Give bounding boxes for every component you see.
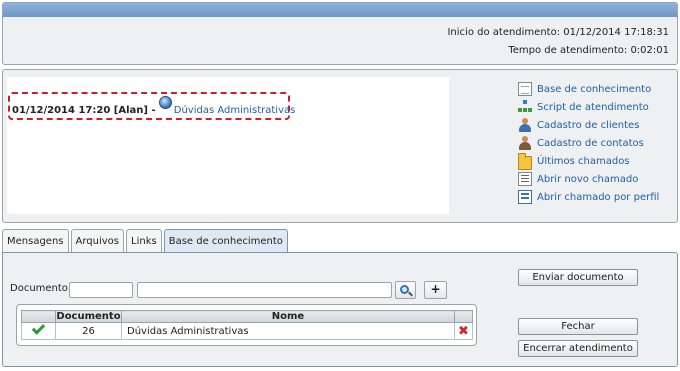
table-row: 26 Dúvidas Administrativas ✖ bbox=[21, 321, 473, 340]
check-icon[interactable] bbox=[31, 321, 46, 335]
tab-messages[interactable]: Mensagens bbox=[2, 229, 69, 253]
start-value: 01/12/2014 17:18:31 bbox=[563, 27, 669, 38]
send-document-button[interactable]: Enviar documento bbox=[518, 269, 638, 286]
knowledge-base-panel: Documento: + Documento Nome 26 Dúvidas A… bbox=[2, 252, 678, 367]
tab-files[interactable]: Arquivos bbox=[70, 229, 125, 253]
action-new-ticket[interactable]: Abrir novo chamado bbox=[518, 170, 678, 188]
conversation-panel: 01/12/2014 17:20 [Alan] - Dúvidas Admini… bbox=[2, 69, 678, 223]
history-area: 01/12/2014 17:20 [Alan] - Dúvidas Admini… bbox=[7, 77, 449, 214]
elapsed-value: 0:02:01 bbox=[630, 45, 669, 56]
tree-icon bbox=[518, 100, 532, 114]
session-header: Inicio do atendimento: 01/12/2014 17:18:… bbox=[2, 2, 678, 65]
folder-icon bbox=[518, 152, 532, 170]
action-ticket-by-profile[interactable]: Abrir chamado por perfil bbox=[518, 188, 678, 206]
history-entry-meta: 01/12/2014 17:20 [Alan] - bbox=[12, 105, 156, 116]
history-entry: 01/12/2014 17:20 [Alan] - Dúvidas Admini… bbox=[8, 92, 295, 120]
action-label[interactable]: Script de atendimento bbox=[537, 102, 649, 113]
start-label: Inicio do atendimento: bbox=[447, 27, 561, 38]
action-label[interactable]: Abrir novo chamado bbox=[537, 174, 638, 185]
action-contact-registry[interactable]: Cadastro de contatos bbox=[518, 134, 678, 152]
search-icon-handle bbox=[408, 291, 413, 297]
documents-grid: Documento Nome 26 Dúvidas Administrativa… bbox=[16, 304, 477, 346]
documento-cell: 26 bbox=[55, 322, 122, 340]
action-label[interactable]: Base de conhecimento bbox=[537, 84, 651, 95]
elapsed-time: Tempo de atendimento: 0:02:01 bbox=[508, 45, 669, 56]
close-button[interactable]: Fechar bbox=[518, 318, 638, 335]
profile-list-icon bbox=[518, 190, 532, 204]
header-documento: Documento bbox=[55, 310, 122, 323]
tab-links[interactable]: Links bbox=[126, 229, 162, 253]
table-header-row: Documento Nome bbox=[21, 310, 473, 323]
nome-cell: Dúvidas Administrativas bbox=[121, 322, 455, 340]
contact-icon bbox=[518, 136, 532, 150]
documents-table: Documento Nome 26 Dúvidas Administrativa… bbox=[21, 310, 473, 340]
tab-knowledge-base[interactable]: Base de conhecimento bbox=[163, 229, 288, 253]
history-entry-link[interactable]: Dúvidas Administrativas bbox=[174, 105, 296, 116]
action-label[interactable]: Cadastro de contatos bbox=[537, 138, 644, 149]
actions-menu: Base de conhecimento Script de atendimen… bbox=[518, 80, 678, 206]
action-client-registry[interactable]: Cadastro de clientes bbox=[518, 116, 678, 134]
action-recent-tickets[interactable]: Últimos chamados bbox=[518, 152, 678, 170]
delete-cell[interactable]: ✖ bbox=[454, 322, 473, 340]
header-empty-2 bbox=[454, 310, 473, 323]
globe-icon bbox=[158, 96, 172, 109]
header-empty bbox=[21, 310, 56, 323]
document-name-input[interactable] bbox=[137, 282, 392, 298]
header-stripe bbox=[3, 3, 677, 17]
action-service-script[interactable]: Script de atendimento bbox=[518, 98, 678, 116]
elapsed-label: Tempo de atendimento: bbox=[508, 45, 628, 56]
action-knowledge-base[interactable]: Base de conhecimento bbox=[518, 80, 678, 98]
new-ticket-icon bbox=[518, 172, 532, 186]
end-session-button[interactable]: Encerrar atendimento bbox=[518, 340, 638, 357]
action-label[interactable]: Cadastro de clientes bbox=[537, 120, 639, 131]
user-icon bbox=[518, 118, 532, 132]
document-label: Documento: bbox=[10, 283, 72, 294]
document-code-input[interactable] bbox=[69, 282, 133, 298]
add-document-button[interactable]: + bbox=[424, 281, 447, 299]
action-label[interactable]: Abrir chamado por perfil bbox=[537, 192, 659, 203]
tab-bar: Mensagens Arquivos Links Base de conheci… bbox=[2, 229, 290, 253]
start-time: Inicio do atendimento: 01/12/2014 17:18:… bbox=[447, 27, 669, 38]
select-cell[interactable] bbox=[21, 321, 56, 340]
document-icon bbox=[518, 82, 532, 96]
action-label[interactable]: Últimos chamados bbox=[537, 156, 630, 167]
delete-icon[interactable]: ✖ bbox=[458, 324, 469, 339]
search-button[interactable] bbox=[395, 281, 416, 299]
header-nome: Nome bbox=[121, 310, 455, 323]
